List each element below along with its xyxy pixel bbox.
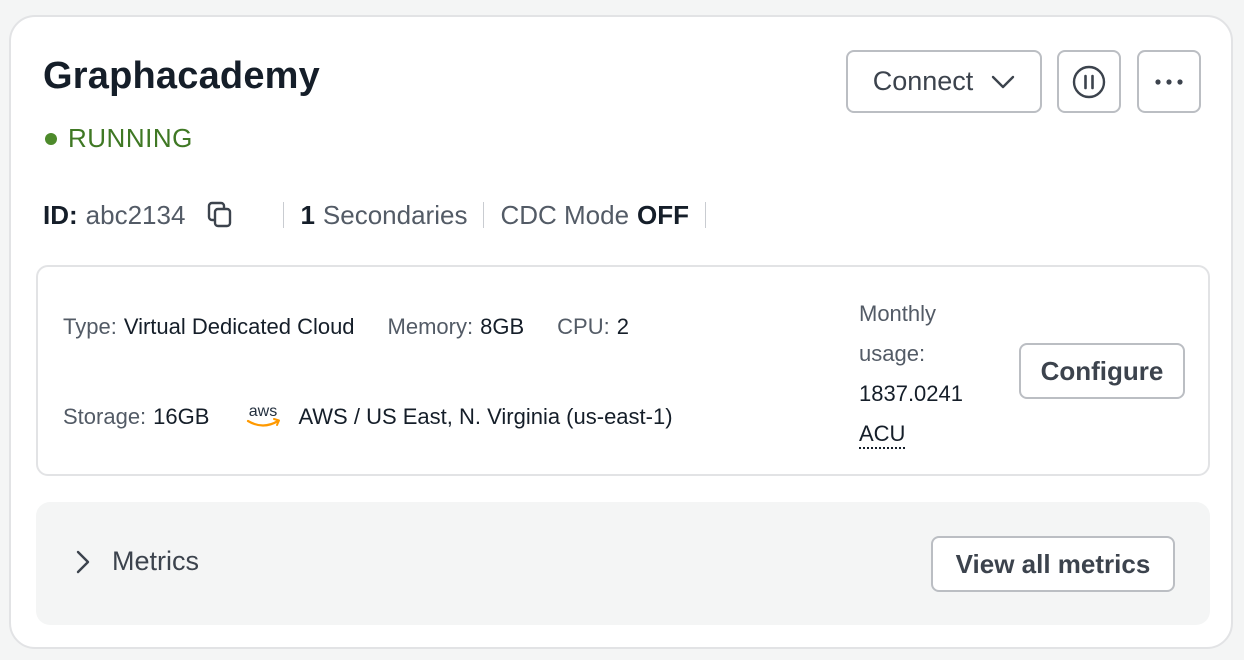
usage-label-1: Monthly xyxy=(859,301,937,326)
secondaries-count: 1 xyxy=(300,199,315,230)
instance-card: Graphacademy RUNNING Connect ID: abc2134 xyxy=(9,15,1233,649)
id-value: abc2134 xyxy=(85,199,186,230)
usage-label-2: usage: xyxy=(859,341,926,366)
meta-divider xyxy=(705,202,707,228)
details-row-specs: Type: Virtual Dedicated Cloud Memory: 8G… xyxy=(63,314,629,340)
usage-value: 1837.0241 xyxy=(859,381,963,406)
ellipsis-icon xyxy=(1155,78,1183,85)
copy-icon xyxy=(208,201,232,228)
monthly-usage: Monthly usage: 1837.0241 ACU xyxy=(859,294,989,454)
memory-label: Memory: xyxy=(387,314,474,339)
usage-unit-tooltip-trigger[interactable]: ACU xyxy=(859,421,906,449)
storage-label: Storage: xyxy=(63,404,147,429)
connect-label: Connect xyxy=(872,66,974,96)
status-text: RUNNING xyxy=(68,123,193,153)
aws-logo-text: aws xyxy=(249,403,277,420)
storage-value: 16GB xyxy=(153,404,210,429)
secondaries-label: Secondaries xyxy=(322,199,468,230)
instance-details-panel: Type: Virtual Dedicated Cloud Memory: 8G… xyxy=(36,265,1210,476)
aws-logo-icon: aws xyxy=(242,402,284,432)
view-all-metrics-button[interactable]: View all metrics xyxy=(931,536,1175,592)
status-badge: RUNNING xyxy=(45,123,193,154)
id-label: ID: xyxy=(43,199,78,230)
type-value: Virtual Dedicated Cloud xyxy=(123,314,355,339)
instance-name: Graphacademy xyxy=(43,55,320,97)
cdc-value: OFF xyxy=(637,199,690,230)
connect-button[interactable]: Connect xyxy=(846,50,1042,113)
pause-circle-icon xyxy=(1072,65,1106,98)
region-value: AWS / US East, N. Virginia (us-east-1) xyxy=(298,404,673,429)
metrics-label: Metrics xyxy=(112,546,199,576)
pause-button[interactable] xyxy=(1057,50,1121,113)
memory-value: 8GB xyxy=(480,314,525,339)
instance-meta: ID: abc2134 1 Secondaries CDC Mode OFF xyxy=(43,198,722,232)
meta-divider xyxy=(483,202,485,228)
metrics-toggle[interactable]: Metrics xyxy=(76,546,199,577)
cpu-label: CPU: xyxy=(557,314,610,339)
cdc-label: CDC Mode xyxy=(500,199,630,230)
chevron-right-icon xyxy=(76,550,90,574)
details-row-storage: Storage: 16GB aws AWS / US East, N. Virg… xyxy=(63,402,673,432)
cpu-value: 2 xyxy=(616,314,629,339)
configure-button[interactable]: Configure xyxy=(1019,343,1185,399)
type-label: Type: xyxy=(63,314,117,339)
more-options-button[interactable] xyxy=(1137,50,1201,113)
copy-id-button[interactable] xyxy=(207,201,233,229)
chevron-down-icon xyxy=(992,75,1015,88)
metrics-section: Metrics View all metrics xyxy=(36,502,1210,625)
meta-divider xyxy=(283,202,285,228)
status-dot-icon xyxy=(45,132,57,145)
